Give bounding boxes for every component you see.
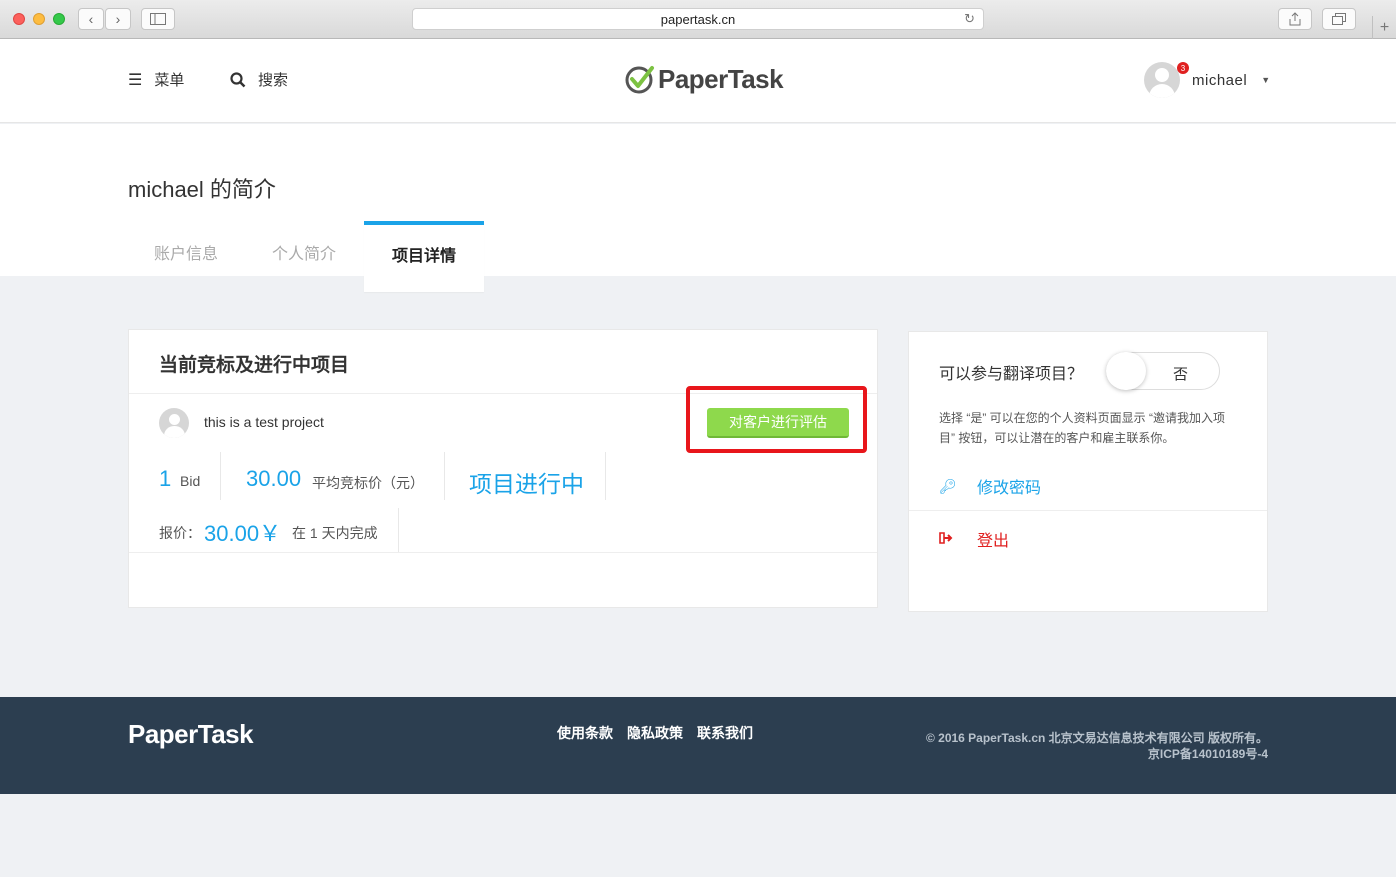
share-button[interactable] — [1278, 8, 1312, 30]
profile-header: michael 的简介 账户信息 个人简介 项目详情 — [0, 124, 1396, 292]
change-password-link[interactable]: 🔑︎ 修改密码 — [939, 474, 1041, 498]
sidebar-icon — [150, 13, 166, 25]
divider — [909, 510, 1267, 511]
toggle-label: 否 — [1173, 366, 1189, 383]
share-icon — [1289, 12, 1301, 26]
divider — [444, 452, 445, 500]
forward-button[interactable]: › — [105, 8, 131, 30]
bid-label: Bid — [180, 473, 201, 489]
chevron-right-icon: › — [115, 11, 121, 27]
divider — [605, 452, 606, 500]
terms-link[interactable]: 使用条款 — [557, 723, 613, 743]
avg-bid-label: 平均竞标价（元） — [312, 475, 424, 491]
evaluate-client-button[interactable]: 对客户进行评估 — [707, 408, 849, 438]
logo-text: PaperTask — [658, 63, 784, 94]
chevron-left-icon: ‹ — [88, 11, 94, 27]
change-password-label: 修改密码 — [977, 480, 1042, 497]
back-button[interactable]: ‹ — [78, 8, 104, 30]
caret-down-icon: ▼ — [1261, 75, 1271, 85]
available-for-projects-label: 可以参与翻译项目？ — [939, 366, 1084, 383]
tab-personal-profile[interactable]: 个人简介 — [272, 240, 336, 264]
avg-bid-value: 30.00 — [246, 466, 302, 491]
close-window-button[interactable] — [13, 13, 25, 25]
sign-out-icon — [939, 531, 977, 547]
key-icon: 🔑︎ — [939, 477, 957, 494]
user-menu[interactable]: michael ▼ — [1144, 62, 1270, 98]
available-toggle[interactable]: 否 — [1106, 352, 1220, 390]
tabs-overview-button[interactable] — [1322, 8, 1356, 30]
tabs-icon — [1332, 13, 1346, 25]
logout-label: 登出 — [977, 533, 1010, 550]
menu-label: 菜单 — [154, 72, 185, 89]
search-label: 搜索 — [258, 72, 289, 89]
hamburger-icon: ☰ — [128, 71, 143, 89]
footer-logo[interactable]: PaperTask — [128, 719, 254, 750]
privacy-link[interactable]: 隐私政策 — [627, 723, 683, 743]
logo-check-icon — [625, 66, 654, 94]
avatar — [1144, 62, 1180, 98]
tab-project-details[interactable]: 项目详情 — [364, 221, 484, 292]
username: michael — [1192, 71, 1248, 89]
browser-toolbar: ‹ › papertask.cn ↻ + — [0, 0, 1396, 39]
account-settings-card: 可以参与翻译项目？ 否 选择 “是” 可以在您的个人资料页面显示 “邀请我加入项… — [908, 331, 1268, 612]
bid-count: 1 — [159, 466, 172, 491]
reload-icon[interactable]: ↻ — [964, 11, 975, 27]
divider — [129, 552, 877, 553]
new-tab-button[interactable]: + — [1372, 16, 1396, 39]
card-title: 当前竞标及进行中项目 — [159, 355, 350, 376]
current-projects-card: 当前竞标及进行中项目 this is a test project 对客户进行评… — [128, 329, 878, 608]
icp-number: 京ICP备14010189号-4 — [1147, 747, 1268, 761]
site-header: ☰ 菜单 搜索 PaperTask michael ▼ — [0, 39, 1396, 123]
client-avatar — [159, 408, 189, 438]
search-button[interactable]: 搜索 — [230, 69, 288, 90]
zoom-window-button[interactable] — [53, 13, 65, 25]
toggle-description: 选择 “是” 可以在您的个人资料页面显示 “邀请我加入项目” 按钮，可以让潜在的… — [939, 411, 1225, 445]
site-footer: PaperTask 使用条款 隐私政策 联系我们 © 2016 PaperTas… — [0, 697, 1396, 794]
page-title: michael 的简介 — [128, 177, 276, 202]
notification-badge[interactable]: 3 — [1177, 62, 1189, 74]
plus-icon: + — [1379, 18, 1390, 36]
search-icon — [230, 71, 246, 87]
url-text: papertask.cn — [660, 11, 736, 27]
contact-link[interactable]: 联系我们 — [697, 723, 753, 743]
divider — [220, 452, 221, 500]
toggle-knob — [1106, 352, 1146, 390]
minimize-window-button[interactable] — [33, 13, 45, 25]
logout-link[interactable]: 登出 — [939, 527, 1009, 551]
tab-account-info[interactable]: 账户信息 — [154, 240, 218, 264]
copyright-text: © 2016 PaperTask.cn 北京文易达信息技术有限公司 版权所有。 — [925, 731, 1268, 745]
menu-button[interactable]: ☰ 菜单 — [128, 69, 184, 90]
divider — [398, 508, 399, 552]
site-logo[interactable]: PaperTask — [624, 63, 784, 95]
copyright: © 2016 PaperTask.cn 北京文易达信息技术有限公司 版权所有。 … — [926, 730, 1268, 762]
tab-project-details-label: 项目详情 — [391, 248, 456, 265]
quote-value: 30.00￥ — [204, 521, 282, 546]
sidebar-toggle-button[interactable] — [141, 8, 175, 30]
project-name[interactable]: this is a test project — [204, 414, 324, 430]
duration: 在 1 天内完成 — [292, 525, 378, 541]
footer-links: 使用条款 隐私政策 联系我们 — [557, 723, 753, 743]
address-bar[interactable]: papertask.cn ↻ — [412, 8, 984, 30]
quote-label: 报价： — [159, 525, 201, 541]
project-status: 项目进行中 — [469, 471, 584, 497]
